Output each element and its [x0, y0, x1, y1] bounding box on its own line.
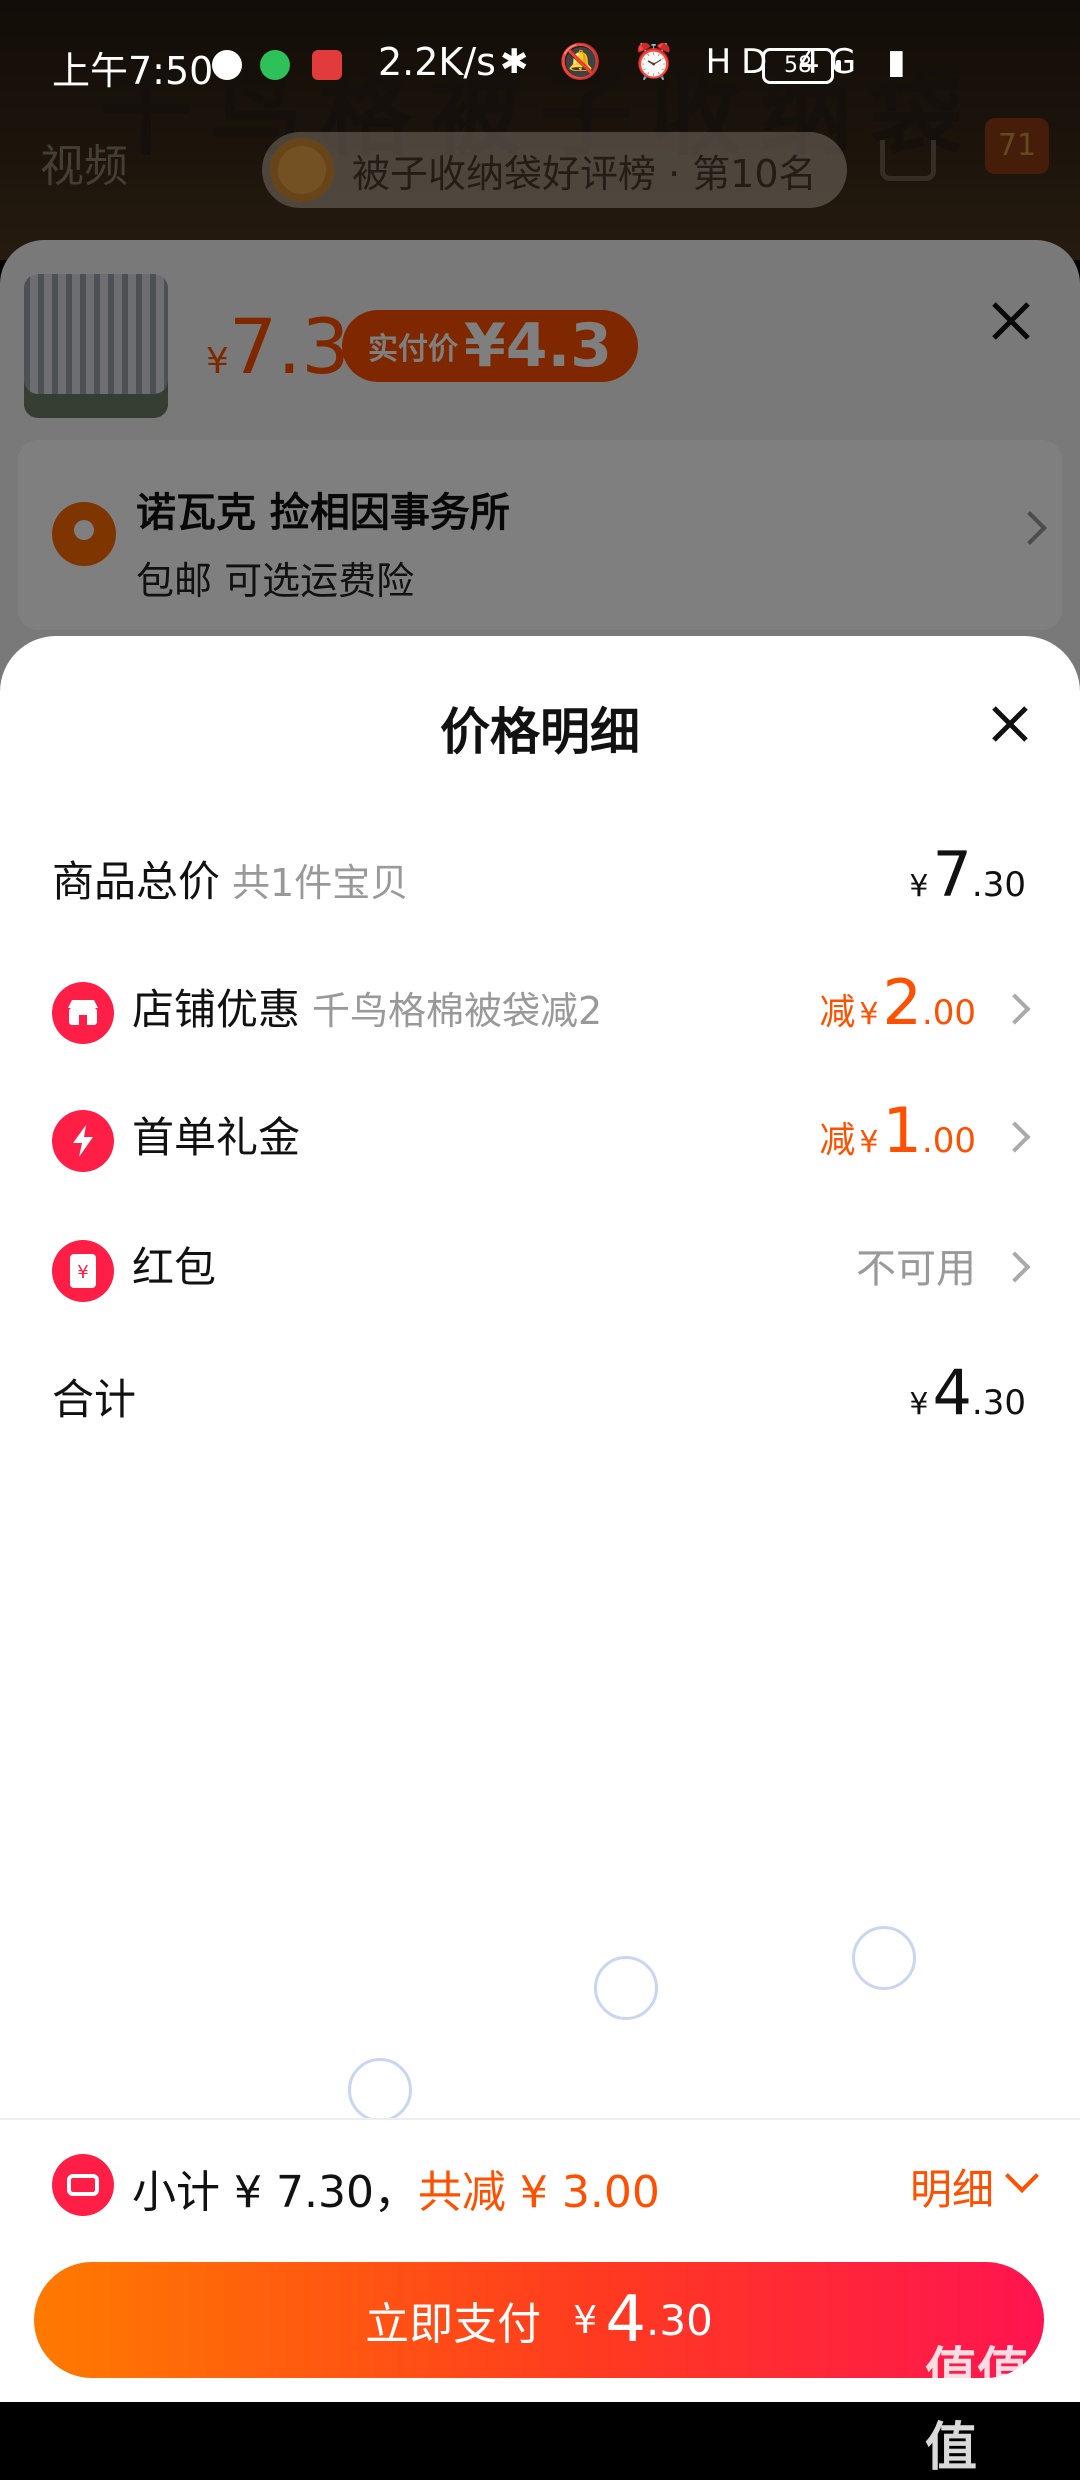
red-packet-icon: ¥ — [52, 1240, 114, 1302]
app-notification-icon — [312, 50, 342, 80]
watermark-url: zhizhizhi.com — [932, 2384, 1027, 2400]
wechat-icon — [260, 50, 290, 80]
row-label: 合计 — [52, 1375, 137, 1424]
subtotal-summary: 小计 ¥ 7.30，共减 ¥ 3.00 — [132, 2156, 660, 2220]
row-note: 共1件宝贝 — [232, 861, 409, 905]
price-row-first-order-bonus[interactable]: 首单礼金 减 ¥1.00 — [0, 1084, 1080, 1184]
row-amount: ¥4.30 — [909, 1356, 1026, 1429]
total-discount-text: 共减 ¥ 3.00 — [417, 2167, 660, 2218]
chevron-down-icon[interactable] — [1005, 2159, 1039, 2193]
chevron-right-icon — [999, 1121, 1031, 1153]
price-row-total: 合计 ¥4.30 — [0, 1346, 1080, 1446]
touch-indicator — [348, 2058, 412, 2122]
row-note: 千鸟格棉被袋减2 — [312, 989, 603, 1033]
checkout-bar: 小计 ¥ 7.30，共减 ¥ 3.00 明细 立即支付 ¥4.30 — [0, 2118, 1080, 2402]
touch-indicator — [594, 1956, 658, 2020]
network-speed: 2.2K/s — [378, 40, 496, 84]
price-row-store-discount[interactable]: 店铺优惠 千鸟格棉被袋减2 减 ¥2.00 — [0, 956, 1080, 1056]
watermark-logo: 值值值 — [925, 2343, 1030, 2478]
status-bar: 上午7:50 2.2K/s ✱ 🔕 ⏰ HD 4G ▮ 58 — [0, 0, 1080, 128]
pay-now-button[interactable]: 立即支付 ¥4.30 — [34, 2262, 1044, 2378]
battery-icon: 58 — [762, 48, 841, 84]
row-label: 商品总价 — [52, 857, 221, 906]
row-amount: 减 ¥1.00 — [819, 1094, 976, 1167]
subtotal-text: 小计 ¥ 7.30， — [132, 2167, 418, 2218]
lightning-icon — [52, 1110, 114, 1172]
row-amount: ¥7.30 — [909, 838, 1026, 911]
price-row-total-goods: 商品总价 共1件宝贝 ¥7.30 — [0, 828, 1080, 928]
chevron-right-icon — [999, 1251, 1031, 1283]
ticket-icon — [52, 2154, 114, 2216]
row-label: 店铺优惠 — [132, 985, 301, 1034]
chevron-right-icon — [999, 993, 1031, 1025]
row-label: 首单礼金 — [132, 1113, 301, 1162]
sheet-title: 价格明细 — [440, 703, 640, 761]
store-icon — [52, 982, 114, 1044]
row-status: 不可用 — [856, 1246, 976, 1292]
signal-icons: ✱ 🔕 ⏰ HD 4G ▮ — [500, 42, 916, 82]
touch-indicator — [852, 1926, 916, 1990]
close-icon[interactable] — [988, 702, 1032, 746]
detail-toggle-button[interactable]: 明细 — [910, 2156, 994, 2217]
notification-icon — [212, 50, 242, 80]
row-label: 红包 — [132, 1243, 217, 1292]
row-amount: 减 ¥2.00 — [819, 966, 976, 1039]
status-time: 上午7:50 — [52, 49, 214, 93]
price-row-red-packet[interactable]: ¥ 红包 不可用 — [0, 1214, 1080, 1314]
